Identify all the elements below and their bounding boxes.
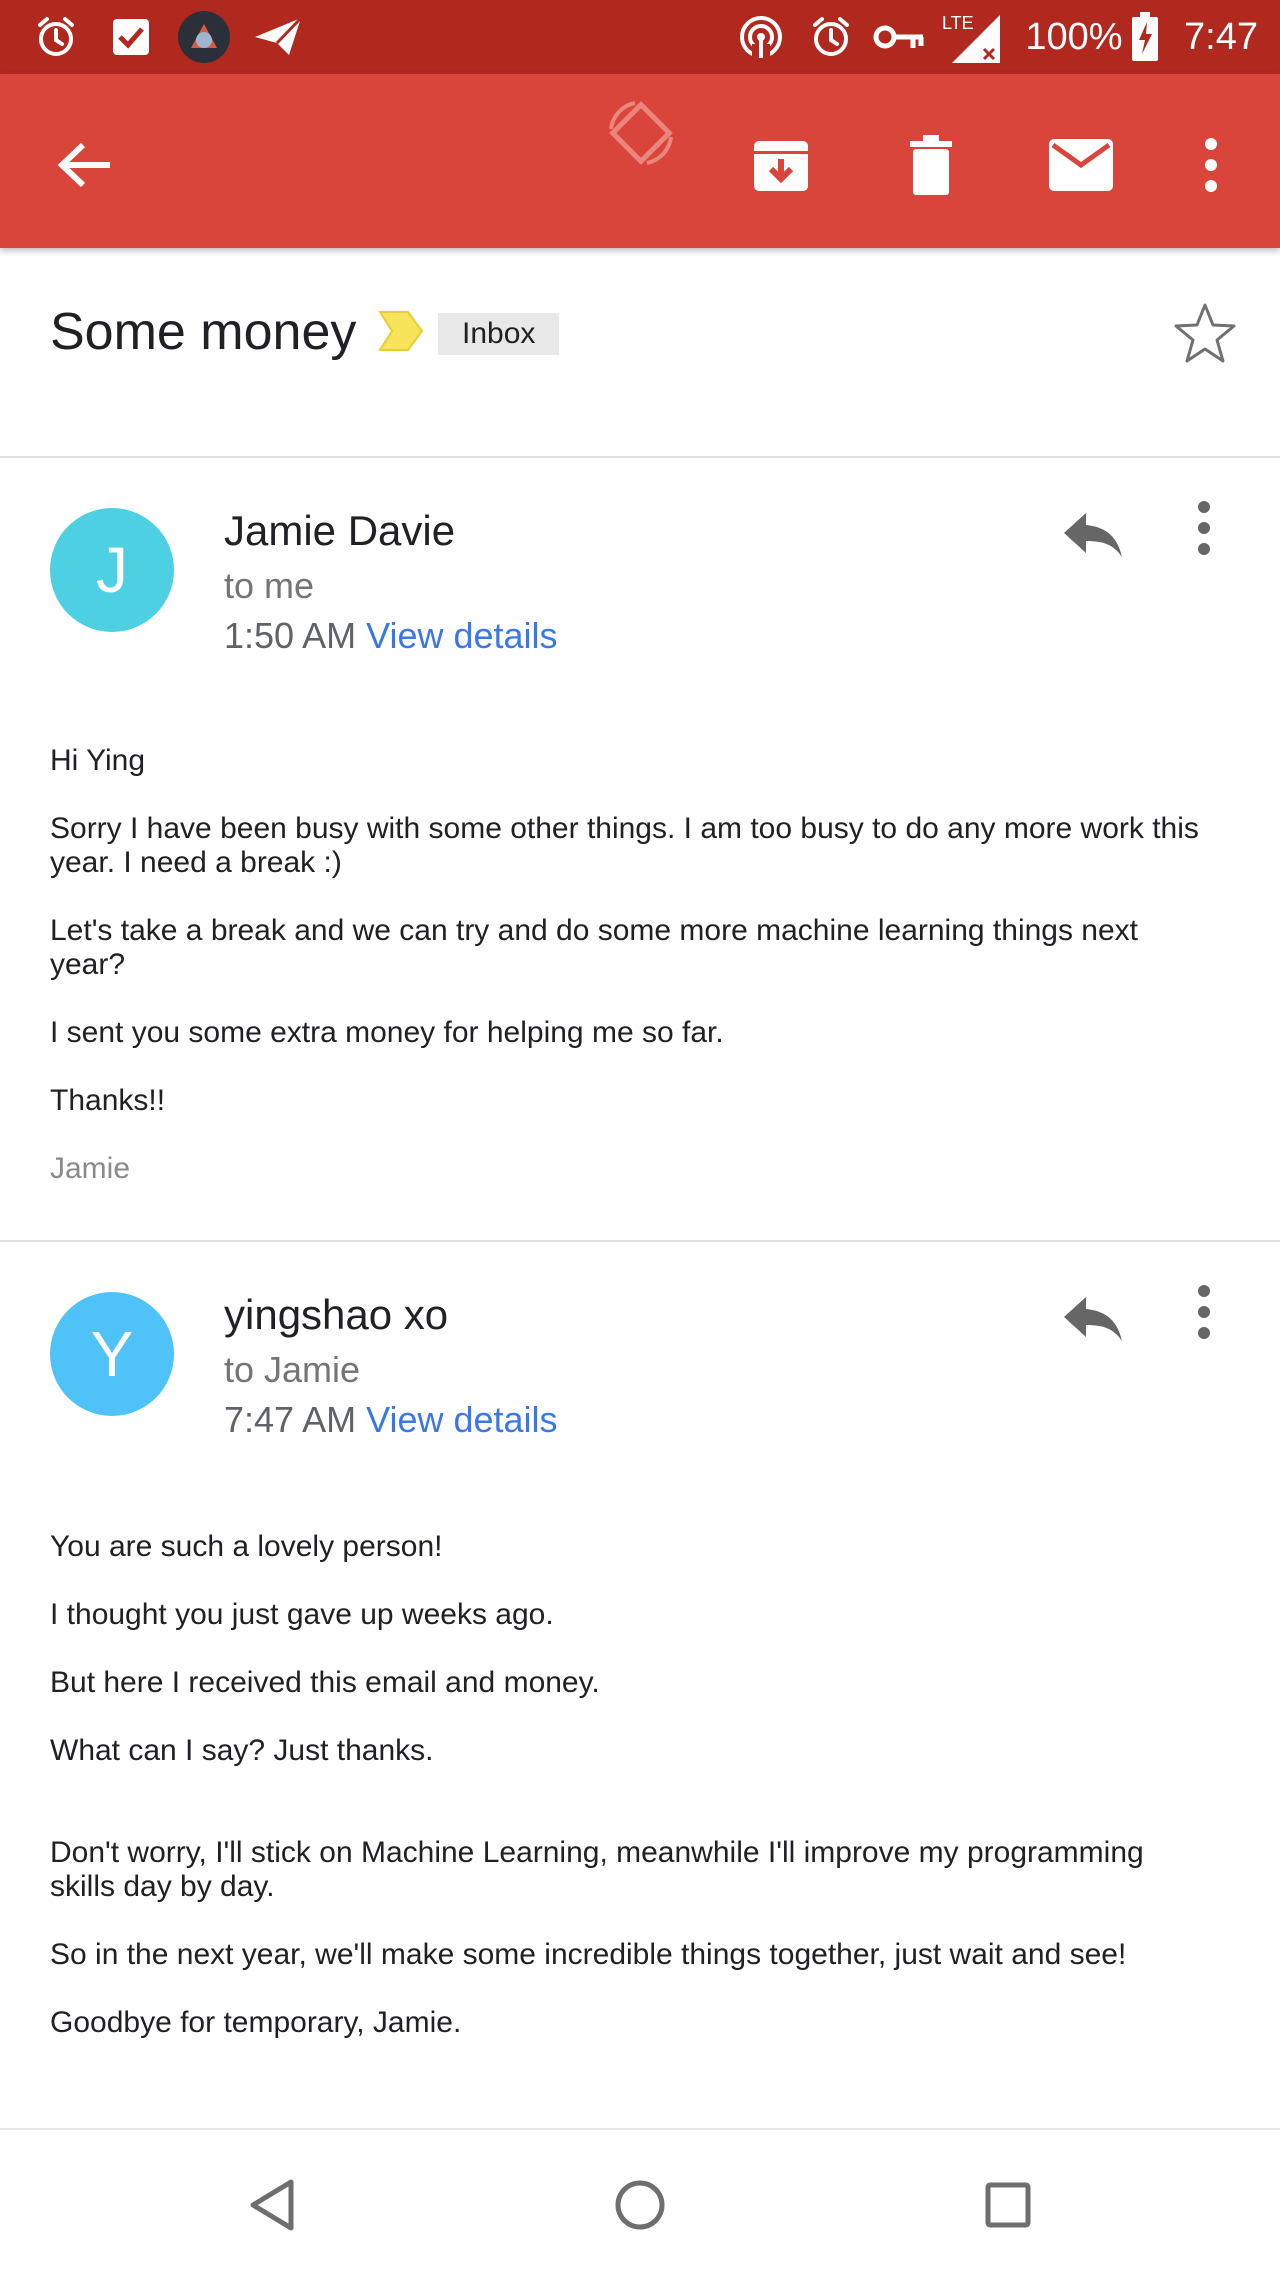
alarm-icon	[30, 0, 82, 74]
rotate-icon[interactable]	[596, 88, 686, 178]
reply-icon[interactable]	[1056, 498, 1130, 572]
status-bar: LTE 100% 7:47	[0, 0, 1280, 74]
hotspot-icon	[736, 0, 786, 74]
send-icon	[250, 0, 306, 74]
navigation-bar	[0, 2128, 1280, 2278]
home-circle-icon[interactable]	[590, 2160, 690, 2250]
avatar[interactable]: J	[50, 508, 174, 632]
message-body-line: Hi Ying	[50, 744, 146, 777]
mark-unread-icon[interactable]	[1036, 120, 1126, 210]
reply-icon[interactable]	[1056, 1282, 1130, 1356]
message-body-line: Sorry I have been busy with some other t…	[50, 812, 1199, 845]
back-arrow-icon[interactable]	[40, 120, 130, 210]
recents-square-icon[interactable]	[958, 2160, 1058, 2250]
more-vert-icon[interactable]	[1176, 120, 1246, 210]
message-body-line: What can I say? Just thanks.	[50, 1734, 434, 1767]
battery-charging-icon	[1128, 0, 1162, 74]
importance-marker-icon[interactable]	[378, 308, 424, 359]
message-meta: 7:47 AM View details	[224, 1398, 558, 1442]
vpn-key-icon	[872, 0, 926, 74]
sender-name: Jamie Davie	[224, 507, 456, 554]
app-bar	[0, 74, 1280, 248]
back-triangle-icon[interactable]	[222, 2160, 322, 2250]
message-body-line: You are such a lovely person!	[50, 1530, 443, 1563]
app-avatar-icon	[176, 0, 232, 74]
message-body-line: Thanks!!	[50, 1084, 166, 1117]
recipient-line: to Jamie	[224, 1349, 361, 1390]
checkbox-icon	[108, 0, 154, 74]
recipient-line: to me	[224, 565, 315, 606]
message-more-icon[interactable]	[1196, 500, 1212, 570]
message-time: 1:50 AM	[224, 615, 357, 656]
message-more-icon[interactable]	[1196, 1284, 1240, 1354]
message-body-line: Goodbye for temporary, Jamie.	[50, 2006, 462, 2039]
message-body-line: I thought you just gave up weeks ago.	[50, 1598, 554, 1631]
message-body-line: year. I need a break :)	[50, 846, 342, 879]
view-details-link[interactable]: View details	[366, 1399, 557, 1440]
view-details-link[interactable]: View details	[366, 615, 557, 656]
message-body-line: Let's take a break and we can try and do…	[50, 914, 1139, 947]
sender-name: yingshao xo	[224, 1291, 449, 1338]
battery-percentage: 100%	[1025, 15, 1123, 58]
message-body-line: year?	[50, 948, 126, 981]
message-body-line: skills day by day.	[50, 1870, 275, 1903]
message-time: 7:47 AM	[224, 1399, 357, 1440]
message-body-line: Don't worry, I'll stick on Machine Learn…	[50, 1836, 1144, 1869]
email-subject: Some money	[50, 303, 357, 361]
alarm-icon	[806, 0, 856, 74]
signal-icon: LTE	[940, 0, 1002, 74]
archive-icon[interactable]	[736, 120, 826, 210]
signature: Jamie	[50, 1152, 131, 1185]
message-body-line: I sent you some extra money for helping …	[50, 1016, 724, 1049]
inbox-label-chip[interactable]: Inbox	[438, 313, 560, 355]
star-icon[interactable]	[1170, 298, 1240, 368]
clock: 7:47	[1184, 15, 1258, 58]
delete-icon[interactable]	[886, 120, 976, 210]
message-meta: 1:50 AM View details	[224, 614, 558, 658]
divider	[0, 456, 1280, 458]
message-body-line: But here I received this email and money…	[50, 1666, 600, 1699]
avatar[interactable]: Y	[50, 1292, 174, 1416]
svg-text:LTE: LTE	[942, 13, 974, 33]
divider	[0, 1240, 1280, 1242]
message-body-line: So in the next year, we'll make some inc…	[50, 1938, 1127, 1971]
